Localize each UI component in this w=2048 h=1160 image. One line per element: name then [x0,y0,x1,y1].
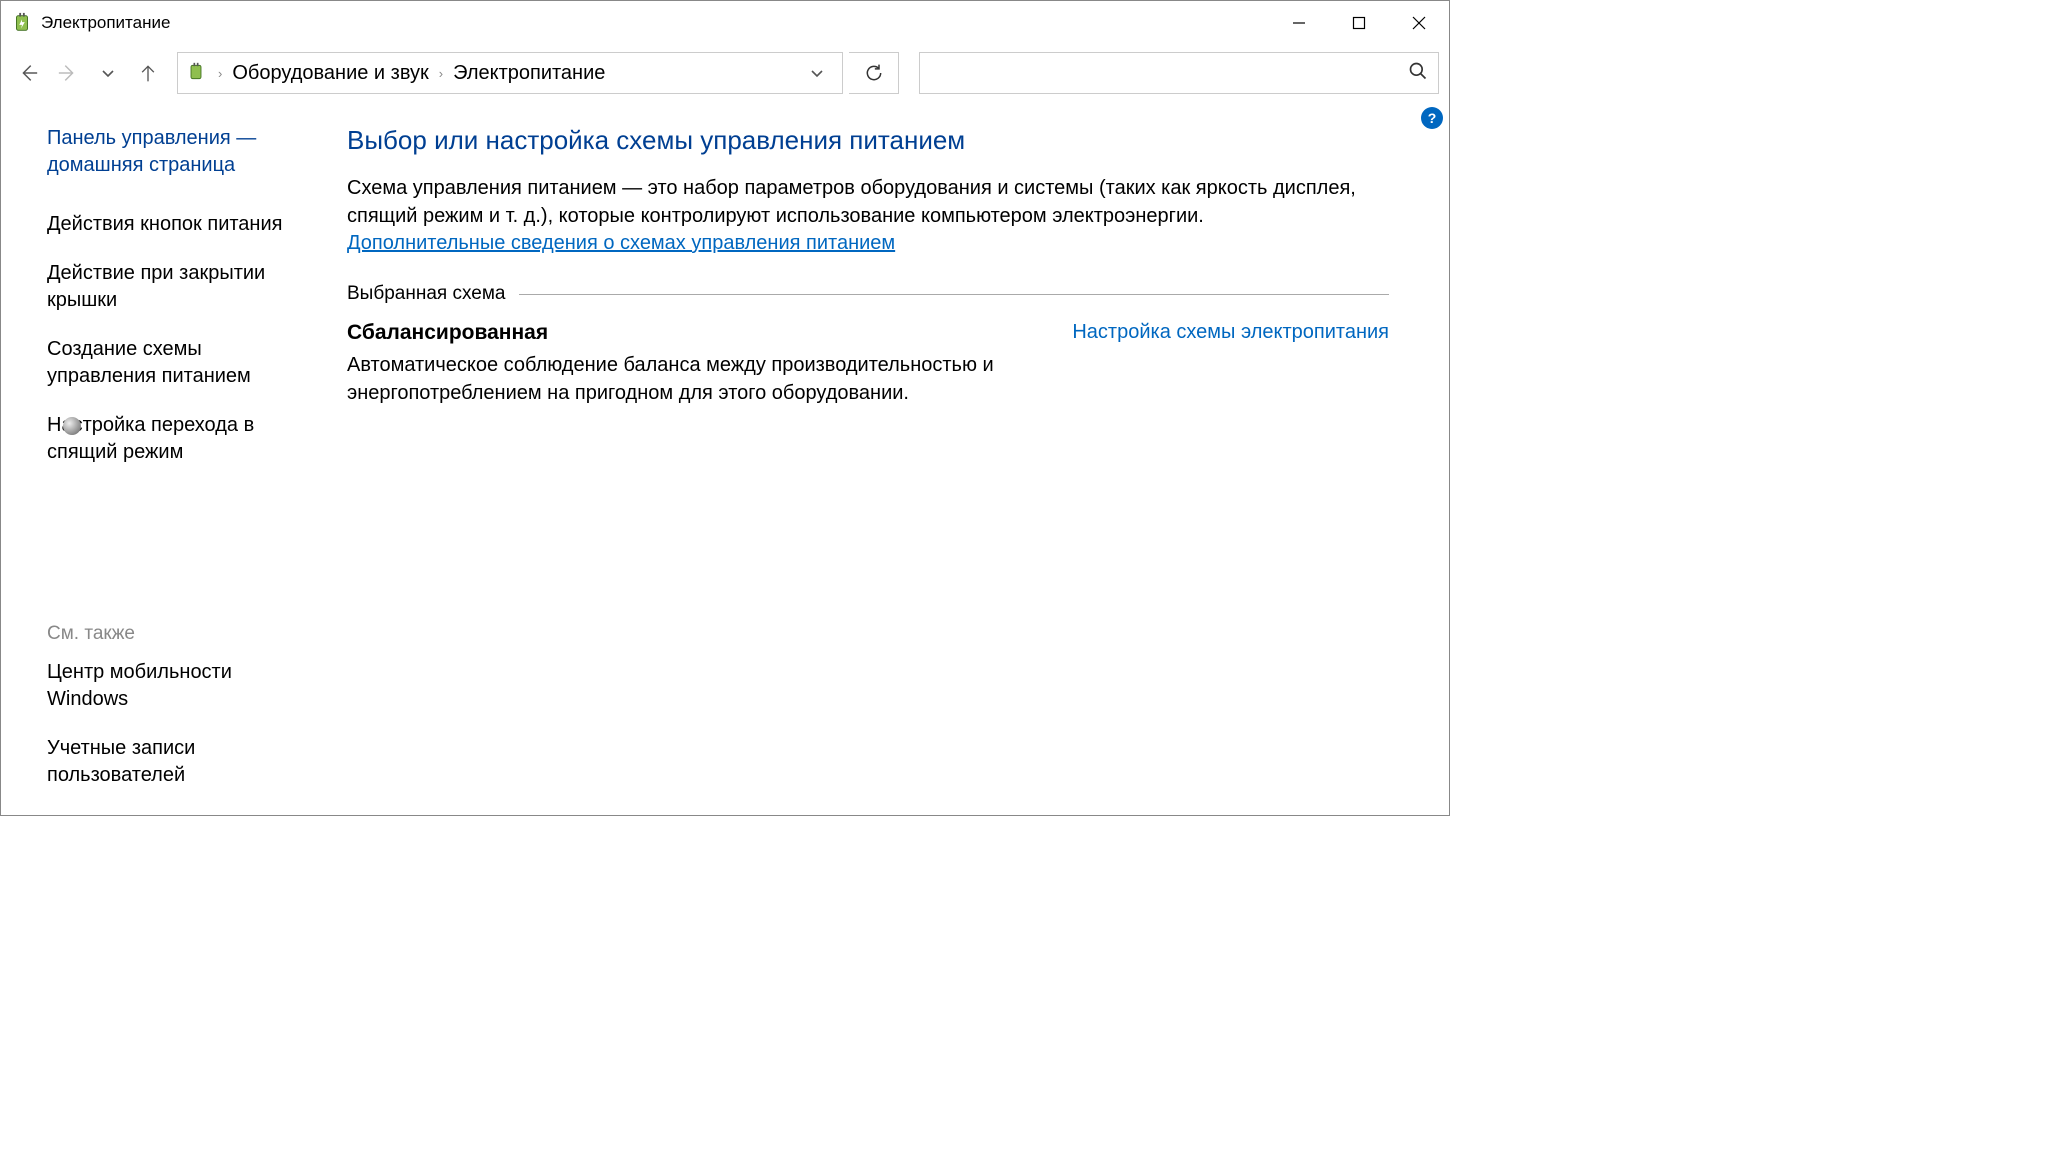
maximize-button[interactable] [1329,3,1389,43]
address-dropdown-button[interactable] [800,56,834,90]
refresh-button[interactable] [849,52,899,94]
content-area: ? Панель управления — домашняя страница … [1,101,1449,815]
power-plan-row: Сбалансированная Настройка схемы электро… [347,321,1389,345]
plan-settings-link[interactable]: Настройка схемы электропитания [1072,321,1389,344]
current-item-bullet-icon [63,417,81,435]
power-options-window: Электропитание [0,0,1450,816]
address-bar[interactable]: › Оборудование и звук › Электропитание [177,52,843,94]
sidebar-item-create-plan[interactable]: Создание схемы управления питанием [47,336,299,390]
power-plug-icon [11,12,33,34]
search-box[interactable] [919,52,1439,94]
help-button[interactable]: ? [1421,107,1443,129]
chevron-right-icon[interactable]: › [439,66,443,81]
mobility-center-link[interactable]: Центр мобильности Windows [47,659,299,713]
power-plug-icon [186,62,208,84]
chevron-right-icon[interactable]: › [218,66,222,81]
minimize-button[interactable] [1269,3,1329,43]
breadcrumb-hardware-sound[interactable]: Оборудование и звук [232,62,428,85]
back-button[interactable] [11,56,45,90]
main-panel: Выбор или настройка схемы управления пит… [319,101,1449,815]
plan-description: Автоматическое соблюдение баланса между … [347,351,1157,407]
sidebar-item-sleep-settings[interactable]: Настройка перехода в спящий режим [47,412,299,466]
search-input[interactable] [930,63,1408,84]
sidebar-item-power-buttons[interactable]: Действия кнопок питания [47,211,299,238]
see-also-heading: См. также [47,623,299,645]
search-icon[interactable] [1408,61,1428,86]
sidebar: Панель управления — домашняя страница Де… [1,101,319,815]
window-controls [1269,3,1449,43]
window-title: Электропитание [41,13,170,33]
page-title: Выбор или настройка схемы управления пит… [347,125,1389,156]
control-panel-home-link[interactable]: Панель управления — домашняя страница [47,125,299,179]
page-description: Схема управления питанием — это набор па… [347,174,1389,230]
more-info-link[interactable]: Дополнительные сведения о схемах управле… [347,232,895,254]
up-button[interactable] [131,56,165,90]
close-button[interactable] [1389,3,1449,43]
forward-button[interactable] [51,56,85,90]
titlebar: Электропитание [1,1,1449,45]
history-dropdown-button[interactable] [91,56,125,90]
divider [519,294,1389,295]
navigation-bar: › Оборудование и звук › Электропитание [1,45,1449,101]
user-accounts-link[interactable]: Учетные записи пользователей [47,735,299,789]
section-label: Выбранная схема [347,283,505,305]
sidebar-item-lid-close[interactable]: Действие при закрытии крышки [47,260,299,314]
selected-plan-section-header: Выбранная схема [347,283,1389,305]
plan-name: Сбалансированная [347,321,548,345]
breadcrumb-power-options[interactable]: Электропитание [453,62,605,85]
